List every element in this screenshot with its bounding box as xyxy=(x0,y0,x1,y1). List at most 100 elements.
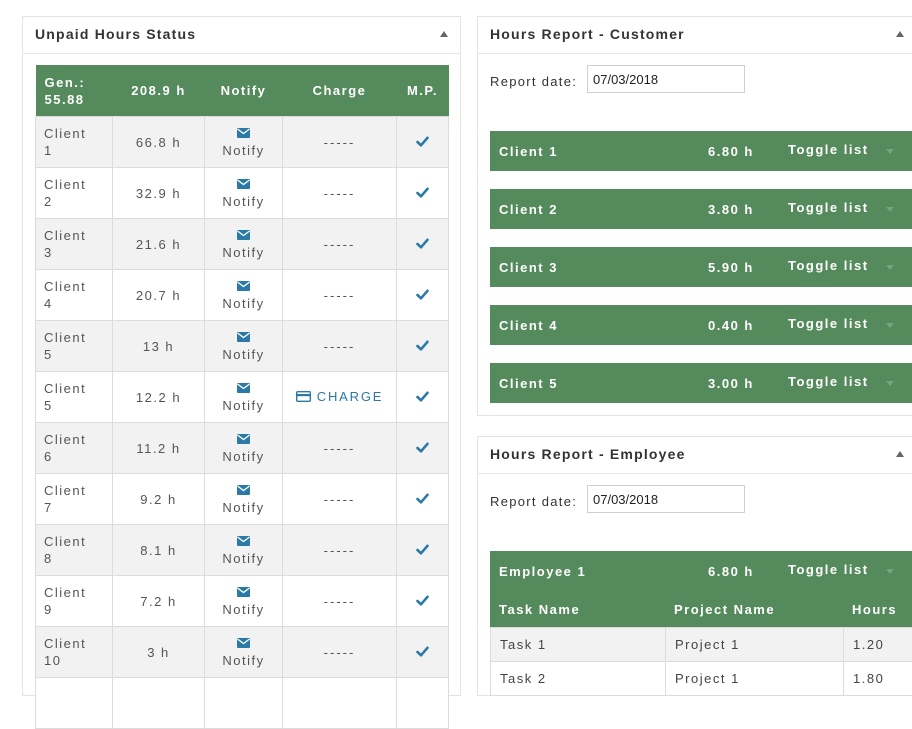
mp-cell xyxy=(397,678,449,729)
notify-label: Notify xyxy=(222,551,264,566)
client-name: Client xyxy=(44,177,86,192)
customer-report-header: Hours Report - Customer xyxy=(478,17,912,54)
report-date-input[interactable] xyxy=(587,65,745,93)
mp-cell xyxy=(397,525,449,576)
collapse-caret-icon[interactable] xyxy=(440,31,448,37)
notify-label: Notify xyxy=(222,296,264,311)
charge-placeholder: ----- xyxy=(324,441,356,456)
mp-cell xyxy=(397,627,449,678)
collapse-caret-icon[interactable] xyxy=(896,31,904,37)
notify-button[interactable]: Notify xyxy=(222,483,264,515)
caret-down-icon xyxy=(886,569,894,574)
notify-button[interactable]: Notify xyxy=(222,330,264,362)
col-hours[interactable]: Hours xyxy=(852,602,897,617)
check-icon[interactable] xyxy=(416,237,429,252)
notify-button[interactable]: Notify xyxy=(222,534,264,566)
notify-button[interactable]: Notify xyxy=(222,432,264,464)
notify-button[interactable]: Notify xyxy=(222,228,264,260)
client-cell: Client9 xyxy=(36,576,113,627)
charge-placeholder: ----- xyxy=(324,186,356,201)
task-hours-cell: 1.20 xyxy=(844,628,912,662)
caret-down-icon xyxy=(886,265,894,270)
client-cell: Client 6 xyxy=(36,423,113,474)
charge-cell: ----- xyxy=(283,627,397,678)
client-cell xyxy=(36,678,113,729)
client-name: Client xyxy=(44,126,86,141)
notify-button[interactable]: Notify xyxy=(222,126,264,158)
notify-label: Notify xyxy=(222,347,264,362)
collapse-caret-icon[interactable] xyxy=(896,451,904,457)
client-name: Client xyxy=(44,432,86,447)
envelope-icon xyxy=(237,380,250,397)
client-name: Client xyxy=(44,534,86,549)
notify-cell: Notify xyxy=(205,168,283,219)
employee-name: Employee 1 xyxy=(499,564,586,579)
check-icon[interactable] xyxy=(416,441,429,456)
notify-cell: Notify xyxy=(205,474,283,525)
hours-cell: 8.1 h xyxy=(113,525,205,576)
notify-button[interactable]: Notify xyxy=(222,636,264,668)
toggle-list-button[interactable]: Toggle list xyxy=(788,316,869,331)
check-icon[interactable] xyxy=(416,390,429,405)
hours-cell: 12.2 h xyxy=(113,372,205,423)
unpaid-hours-header: Unpaid Hours Status xyxy=(23,17,460,54)
client-name: Client 4 xyxy=(499,318,558,333)
report-date-input[interactable] xyxy=(587,485,745,513)
charge-cell: ----- xyxy=(283,117,397,168)
check-icon[interactable] xyxy=(416,186,429,201)
notify-button[interactable]: Notify xyxy=(222,177,264,209)
check-icon[interactable] xyxy=(416,288,429,303)
table-row: Task 1Project 11.20 xyxy=(491,628,912,662)
table-row: Client420.7 hNotify----- xyxy=(36,270,449,321)
check-icon[interactable] xyxy=(416,492,429,507)
mp-cell xyxy=(397,576,449,627)
notify-button[interactable]: Notify xyxy=(222,279,264,311)
toggle-list-button[interactable]: Toggle list xyxy=(788,142,869,157)
envelope-icon xyxy=(237,482,250,499)
caret-down-icon xyxy=(886,381,894,386)
charge-placeholder: ----- xyxy=(324,645,356,660)
col-project-name[interactable]: Project Name xyxy=(674,602,775,617)
check-icon[interactable] xyxy=(416,543,429,558)
charge-cell: ----- xyxy=(283,423,397,474)
hours-cell: 20.7 h xyxy=(113,270,205,321)
hours-cell: 21.6 h xyxy=(113,219,205,270)
charge-button[interactable]: CHARGE xyxy=(296,389,383,404)
hours-cell: 7.2 h xyxy=(113,576,205,627)
mp-cell xyxy=(397,219,449,270)
envelope-icon xyxy=(237,176,250,193)
check-icon[interactable] xyxy=(416,339,429,354)
report-date-label: Report date: xyxy=(490,494,577,509)
mp-cell xyxy=(397,423,449,474)
client-name: Client 1 xyxy=(499,144,558,159)
toggle-list-button[interactable]: Toggle list xyxy=(788,374,869,389)
check-icon[interactable] xyxy=(416,135,429,150)
charge-cell: ----- xyxy=(283,525,397,576)
hours-cell: 13 h xyxy=(113,321,205,372)
mp-cell xyxy=(397,474,449,525)
toggle-list-button[interactable]: Toggle list xyxy=(788,562,869,577)
notify-cell: Notify xyxy=(205,525,283,576)
notify-cell: Notify xyxy=(205,576,283,627)
charge-header: Charge xyxy=(283,65,397,117)
notify-button[interactable]: Notify xyxy=(222,585,264,617)
client-number: 2 xyxy=(44,194,53,209)
notify-cell: Notify xyxy=(205,423,283,474)
toggle-list-button[interactable]: Toggle list xyxy=(788,258,869,273)
caret-down-icon xyxy=(886,323,894,328)
hours-cell xyxy=(113,678,205,729)
envelope-icon xyxy=(237,533,250,550)
check-icon[interactable] xyxy=(416,594,429,609)
notify-button[interactable]: Notify xyxy=(222,381,264,413)
hours-cell: 11.2 h xyxy=(113,423,205,474)
charge-cell: ----- xyxy=(283,474,397,525)
project-name-cell: Project 1 xyxy=(666,662,844,696)
envelope-icon xyxy=(237,125,250,142)
check-icon[interactable] xyxy=(416,645,429,660)
client-number: 6 xyxy=(44,449,53,464)
col-task-name[interactable]: Task Name xyxy=(499,602,580,617)
client-number: 1 xyxy=(44,143,53,158)
hours-cell: 3 h xyxy=(113,627,205,678)
toggle-list-button[interactable]: Toggle list xyxy=(788,200,869,215)
envelope-icon xyxy=(237,635,250,652)
